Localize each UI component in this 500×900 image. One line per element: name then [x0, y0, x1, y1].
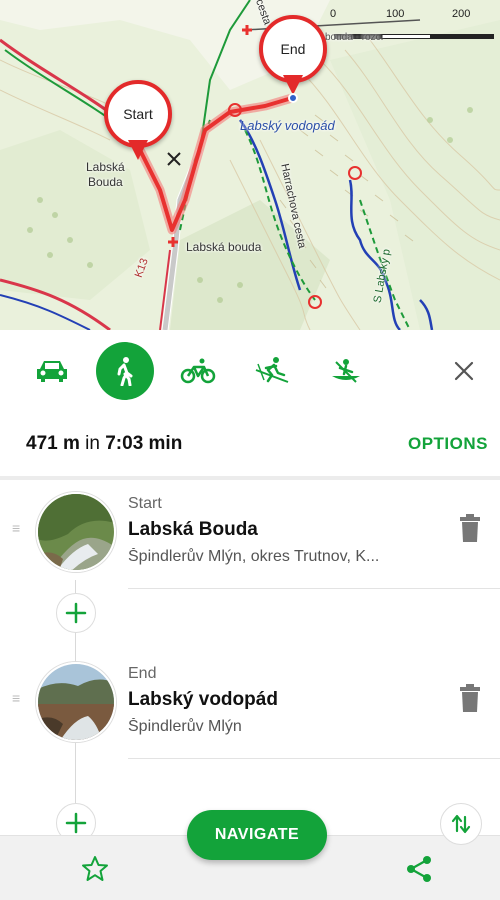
add-waypoint-button[interactable] — [56, 593, 96, 633]
close-panel-button[interactable] — [446, 353, 482, 389]
stop-type-label: Start — [128, 495, 162, 512]
end-pin-location-dot — [288, 93, 298, 103]
route-connector: in — [85, 433, 100, 454]
route-distance: 471 m — [26, 433, 80, 454]
mode-canoe-button[interactable] — [316, 341, 376, 401]
ski-icon — [255, 357, 289, 383]
section-divider — [0, 476, 500, 480]
stop-name: Labská Bouda — [128, 519, 258, 540]
start-pin[interactable]: Start — [104, 80, 172, 162]
route-stop-start[interactable]: ≡ Start Labská Bouda Špindlerův Mlýn, ok… — [0, 484, 500, 594]
transport-mode-bar — [0, 330, 500, 412]
delete-end-button[interactable] — [456, 684, 484, 714]
save-route-button[interactable] — [80, 854, 110, 884]
navigate-button[interactable]: NAVIGATE — [187, 810, 327, 860]
mode-car-button[interactable] — [22, 341, 82, 401]
drag-handle-icon[interactable]: ≡ — [12, 521, 26, 535]
plus-icon — [65, 812, 87, 834]
route-distance-time: 471 m in 7:03 min — [26, 433, 182, 455]
drag-handle-icon[interactable]: ≡ — [12, 691, 26, 705]
car-icon — [37, 361, 67, 382]
stop-name: Labský vodopád — [128, 689, 278, 710]
mode-walk-button[interactable] — [96, 342, 154, 400]
map-view[interactable]: 0 100 200 Labská Bouda Labská bouda Labs… — [0, 0, 500, 330]
star-icon — [82, 856, 108, 881]
options-button[interactable]: OPTIONS — [408, 434, 488, 454]
start-pin-tip — [128, 140, 148, 160]
plus-icon — [65, 602, 87, 624]
trash-icon — [460, 514, 480, 542]
stop-address: Špindlerův Mlýn, okres Trutnov, K... — [128, 548, 380, 565]
close-icon — [454, 361, 474, 381]
map-label-labska-bouda-road: Labská bouda — [186, 240, 262, 254]
map-label-labsky-vodopad: Labský vodopád — [240, 118, 335, 133]
walk-icon — [117, 357, 133, 386]
route-planner-screen: 0 100 200 Labská Bouda Labská bouda Labs… — [0, 0, 500, 900]
stop-address: Špindlerův Mlýn — [128, 718, 242, 735]
start-pin-label: Start — [104, 80, 172, 148]
route-duration: 7:03 min — [105, 433, 183, 454]
scale-tick: 0 — [330, 8, 337, 20]
end-pin[interactable]: End — [259, 15, 327, 103]
end-place-photo — [36, 662, 116, 742]
share-icon — [407, 856, 431, 882]
scale-tick: 100 — [386, 8, 405, 20]
canoe-icon — [332, 359, 360, 383]
bike-icon — [180, 358, 216, 384]
mode-bike-button[interactable] — [168, 341, 228, 401]
stop-divider — [128, 758, 500, 759]
map-label-labska-bouda: Labská Bouda — [86, 160, 125, 189]
stop-divider — [128, 588, 500, 589]
swap-icon — [451, 814, 471, 834]
start-place-photo — [36, 492, 116, 572]
route-panel: 471 m in 7:03 min OPTIONS ≡ Start Labská… — [0, 330, 500, 900]
map-label-bouda-rozc: bouda - rozc. — [325, 32, 384, 43]
reverse-route-button[interactable] — [440, 803, 482, 845]
route-stop-end[interactable]: ≡ End Labský vodopád Špindlerův Mlýn — [0, 654, 500, 764]
share-route-button[interactable] — [404, 854, 434, 884]
delete-start-button[interactable] — [456, 514, 484, 544]
end-pin-label: End — [259, 15, 327, 83]
mode-ski-button[interactable] — [242, 341, 302, 401]
end-pin-tip — [283, 75, 303, 95]
trash-icon — [460, 684, 480, 712]
route-summary: 471 m in 7:03 min OPTIONS — [0, 422, 500, 466]
map-canvas — [0, 0, 500, 330]
stop-type-label: End — [128, 665, 157, 682]
scale-tick: 200 — [452, 8, 471, 20]
